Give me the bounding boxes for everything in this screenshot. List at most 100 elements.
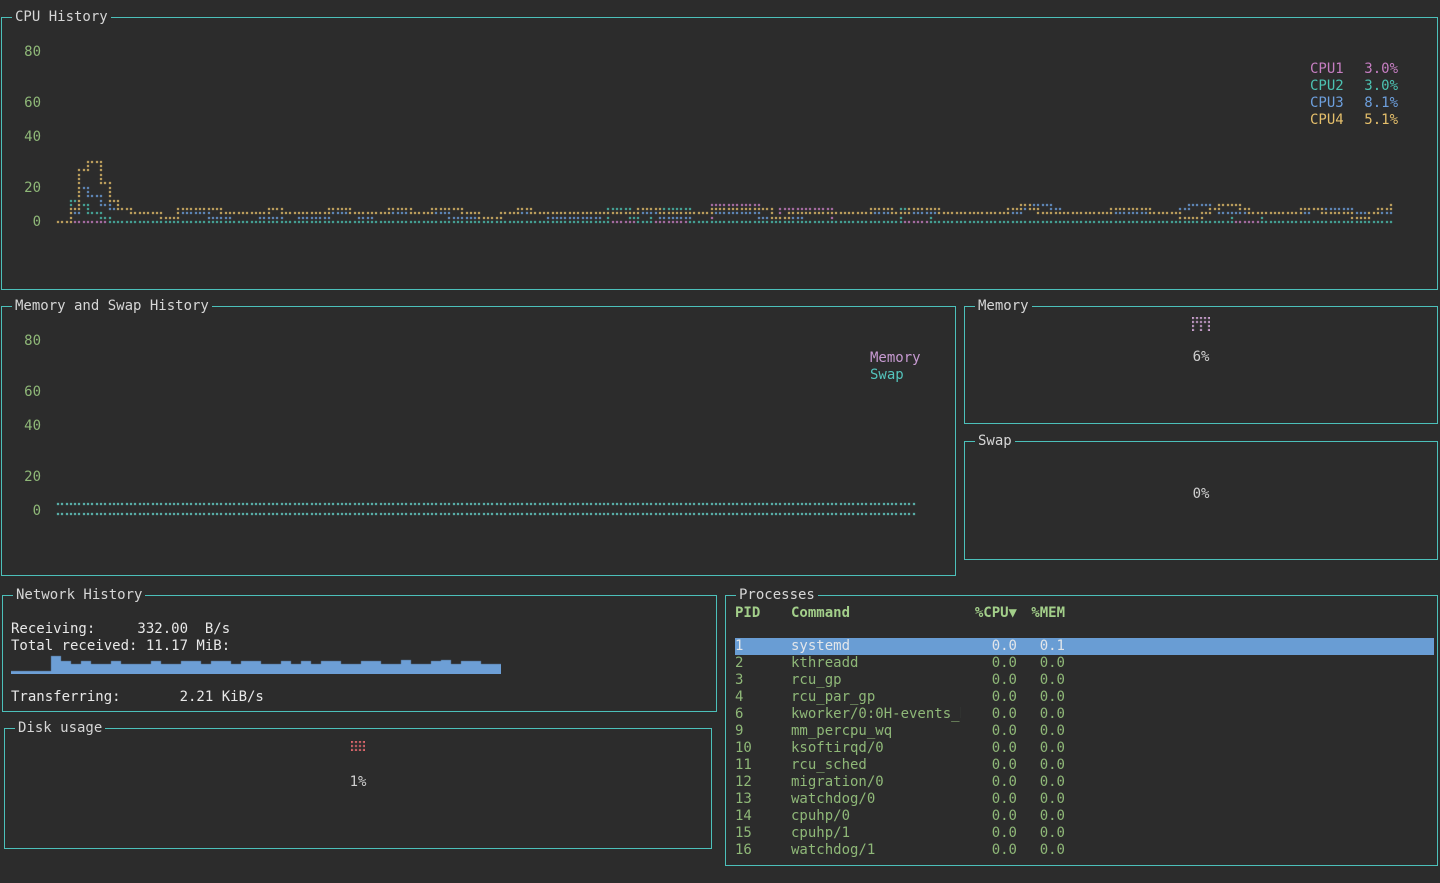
swap-gauge-value: 0%: [965, 487, 1437, 501]
process-command: cpuhp/1: [791, 825, 961, 842]
cpu-legend-entry: CPU13.0%: [1310, 61, 1398, 78]
process-cpu: 0.0: [961, 791, 1017, 808]
network-history-panel: Network History Receiving: 332.00 B/s To…: [2, 595, 717, 712]
process-command: systemd: [791, 638, 961, 655]
process-mem: 0.1: [1017, 638, 1065, 655]
cpu-legend-value: 3.0%: [1364, 78, 1398, 95]
process-cpu: 0.0: [961, 774, 1017, 791]
swap-gauge-panel: Swap 0%: [964, 441, 1438, 560]
process-pid: 3: [735, 672, 791, 689]
disk-usage-panel: Disk usage 1%: [4, 728, 712, 849]
process-command: ksoftirqd/0: [791, 740, 961, 757]
process-pid: 16: [735, 842, 791, 859]
process-command: kworker/0:0H-events_high: [791, 706, 961, 723]
process-cpu: 0.0: [961, 842, 1017, 859]
process-mem: 0.0: [1017, 672, 1065, 689]
table-row[interactable]: 3rcu_gp0.00.0: [735, 672, 1434, 689]
table-row[interactable]: 14cpuhp/00.00.0: [735, 808, 1434, 825]
process-pid: 15: [735, 825, 791, 842]
process-cpu: 0.0: [961, 689, 1017, 706]
process-command: cpuhp/0: [791, 808, 961, 825]
cpu-history-chart: [2, 18, 1437, 289]
network-total-received-text: Total received: 11.17 MiB:: [11, 639, 230, 653]
process-mem: 0.0: [1017, 774, 1065, 791]
cpu-legend-entry: CPU2 3.0%: [1310, 78, 1398, 95]
cpu-legend-name: CPU2: [1310, 78, 1344, 95]
disk-usage-title: Disk usage: [15, 720, 105, 736]
process-cpu: 0.0: [961, 740, 1017, 757]
process-mem: 0.0: [1017, 655, 1065, 672]
process-mem: 0.0: [1017, 723, 1065, 740]
table-row[interactable]: 4rcu_par_gp0.00.0: [735, 689, 1434, 706]
process-cpu: 0.0: [961, 757, 1017, 774]
column-header-mem[interactable]: %MEM: [1017, 605, 1065, 622]
network-receive-graph: [11, 653, 501, 674]
process-command: rcu_gp: [791, 672, 961, 689]
table-row[interactable]: 6kworker/0:0H-events_high0.00.0: [735, 706, 1434, 723]
process-pid: 11: [735, 757, 791, 774]
network-transferring-text: Transferring: 2.21 KiB/s: [11, 690, 264, 704]
process-cpu: 0.0: [961, 655, 1017, 672]
memory-gauge-panel: Memory 6%: [964, 306, 1438, 424]
process-table: 1systemd0.00.12kthreadd0.00.03rcu_gp0.00…: [735, 638, 1434, 859]
table-row[interactable]: 15cpuhp/10.00.0: [735, 825, 1434, 842]
system-monitor-screen: CPU History 806040200 CPU13.0%CPU23.0%CP…: [0, 0, 1440, 883]
processes-panel: Processes PID Command %CPU▼ %MEM 1system…: [725, 595, 1438, 866]
memswap-legend-entry: Swap: [870, 367, 921, 384]
table-row[interactable]: 16watchdog/10.00.0: [735, 842, 1434, 859]
process-pid: 10: [735, 740, 791, 757]
process-pid: 13: [735, 791, 791, 808]
memswap-legend-entry: Memory: [870, 350, 921, 367]
process-mem: 0.0: [1017, 689, 1065, 706]
process-cpu: 0.0: [961, 808, 1017, 825]
process-mem: 0.0: [1017, 757, 1065, 774]
cpu-legend-name: CPU4: [1310, 112, 1344, 129]
process-cpu: 0.0: [961, 672, 1017, 689]
process-pid: 6: [735, 706, 791, 723]
process-command: rcu_par_gp: [791, 689, 961, 706]
process-cpu: 0.0: [961, 723, 1017, 740]
process-command: watchdog/0: [791, 791, 961, 808]
column-header-cpu-sorted[interactable]: %CPU▼: [961, 605, 1017, 622]
column-header-command[interactable]: Command: [791, 605, 961, 622]
cpu-legend-value: 5.1%: [1364, 112, 1398, 129]
process-cpu: 0.0: [961, 638, 1017, 655]
process-mem: 0.0: [1017, 791, 1065, 808]
process-pid: 9: [735, 723, 791, 740]
process-command: mm_percpu_wq: [791, 723, 961, 740]
table-row[interactable]: 10ksoftirqd/00.00.0: [735, 740, 1434, 757]
network-history-title: Network History: [13, 587, 145, 603]
column-header-pid[interactable]: PID: [735, 605, 791, 622]
cpu-history-panel: CPU History 806040200 CPU13.0%CPU23.0%CP…: [1, 17, 1438, 290]
table-row[interactable]: 2kthreadd0.00.0: [735, 655, 1434, 672]
process-pid: 2: [735, 655, 791, 672]
process-mem: 0.0: [1017, 842, 1065, 859]
memory-swap-legend: MemorySwap: [870, 350, 921, 384]
process-mem: 0.0: [1017, 808, 1065, 825]
disk-gauge-value: 1%: [5, 775, 711, 789]
memory-swap-history-chart: [2, 307, 955, 575]
cpu-legend-name: CPU3: [1310, 95, 1344, 112]
process-command: kthreadd: [791, 655, 961, 672]
process-mem: 0.0: [1017, 706, 1065, 723]
memory-swap-history-panel: Memory and Swap History 806040200 Memory…: [1, 306, 956, 576]
table-row[interactable]: 11rcu_sched0.00.0: [735, 757, 1434, 774]
table-row[interactable]: 13watchdog/00.00.0: [735, 791, 1434, 808]
cpu-legend: CPU13.0%CPU2 3.0% CPU3 8.1% CPU4 5.1%: [1310, 61, 1398, 129]
process-pid: 12: [735, 774, 791, 791]
table-row[interactable]: 12migration/00.00.0: [735, 774, 1434, 791]
cpu-legend-entry: CPU3 8.1%: [1310, 95, 1398, 112]
processes-title: Processes: [736, 587, 818, 603]
cpu-legend-name: CPU1: [1310, 61, 1344, 78]
swap-gauge-title: Swap: [975, 433, 1015, 449]
cpu-legend-value: 8.1%: [1364, 95, 1398, 112]
process-pid: 4: [735, 689, 791, 706]
process-command: watchdog/1: [791, 842, 961, 859]
process-cpu: 0.0: [961, 706, 1017, 723]
memory-gauge-title: Memory: [975, 298, 1032, 314]
process-command: migration/0: [791, 774, 961, 791]
table-row[interactable]: 9mm_percpu_wq0.00.0: [735, 723, 1434, 740]
disk-gauge-dots: [351, 741, 365, 751]
table-row[interactable]: 1systemd0.00.1: [735, 638, 1434, 655]
processes-header-row: PID Command %CPU▼ %MEM: [735, 605, 1434, 622]
